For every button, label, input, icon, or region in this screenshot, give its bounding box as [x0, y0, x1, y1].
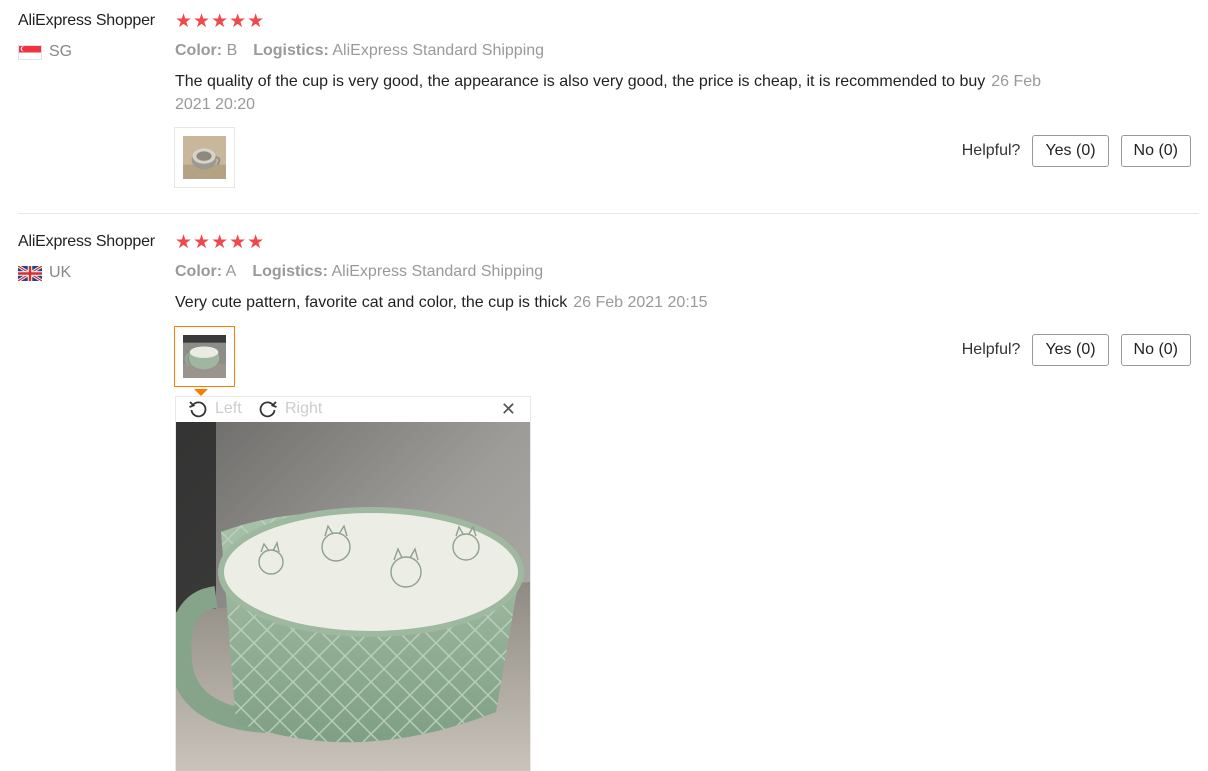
photo-viewer: Left Right ✕ — [175, 389, 531, 771]
color-value: B — [226, 42, 238, 59]
review-divider — [18, 213, 1199, 214]
reviewer-country: UK — [18, 264, 71, 282]
color-label: Color: — [175, 42, 223, 59]
rotate-right-icon — [259, 401, 277, 418]
color-label: Color: — [175, 263, 223, 280]
helpful-yes-button[interactable]: Yes (0) — [1032, 334, 1109, 366]
reviewer-name: AliExpress Shopper — [18, 12, 155, 29]
helpful-label: Helpful? — [961, 142, 1021, 159]
helpful-voting: Helpful? Yes (0) No (0) — [962, 135, 1191, 167]
review-text-block: Very cute pattern, favorite cat and colo… — [175, 291, 1055, 314]
color-value: A — [225, 263, 237, 280]
review-meta: Color: B Logistics: AliExpress Standard S… — [175, 42, 544, 60]
country-code: UK — [49, 264, 72, 281]
cup-photo-thumbnail-image — [183, 335, 226, 378]
reviewer-name: AliExpress Shopper — [18, 233, 155, 250]
rotate-right-button[interactable]: Right — [258, 399, 322, 419]
rating-stars: ★★★★★ — [175, 232, 266, 253]
country-code: SG — [49, 43, 73, 60]
singapore-flag-icon — [18, 44, 42, 60]
logistics-label: Logistics: — [252, 263, 328, 280]
rotate-right-label: Right — [285, 400, 323, 417]
review-text-block: The quality of the cup is very good, the… — [175, 70, 1055, 116]
cup-photo-thumbnail-image — [183, 136, 226, 179]
helpful-yes-button[interactable]: Yes (0) — [1032, 135, 1109, 167]
helpful-no-button[interactable]: No (0) — [1120, 135, 1191, 167]
review-photo-thumbnail[interactable] — [174, 326, 235, 387]
review-text: Very cute pattern, favorite cat and colo… — [175, 294, 568, 311]
rotate-left-label: Left — [215, 400, 242, 417]
viewer-toolbar: Left Right ✕ — [176, 397, 530, 422]
viewer-pointer — [194, 389, 208, 396]
rotate-left-icon — [189, 401, 207, 418]
helpful-voting: Helpful? Yes (0) No (0) — [962, 334, 1191, 366]
review-meta: Color: A Logistics: AliExpress Standard S… — [175, 263, 543, 281]
logistics-value: AliExpress Standard Shipping — [331, 263, 544, 280]
review-photo-thumbnail[interactable] — [174, 127, 235, 188]
logistics-value: AliExpress Standard Shipping — [332, 42, 545, 59]
rotate-left-button[interactable]: Left — [188, 399, 242, 419]
helpful-no-button[interactable]: No (0) — [1120, 334, 1191, 366]
reviewer-country: SG — [18, 43, 72, 61]
review-text: The quality of the cup is very good, the… — [175, 73, 986, 90]
uk-flag-icon — [18, 265, 42, 281]
review-date: 26 Feb 2021 20:15 — [573, 294, 708, 311]
rating-stars: ★★★★★ — [175, 11, 266, 32]
cup-photo-large-image — [176, 422, 530, 771]
close-icon[interactable]: ✕ — [501, 399, 516, 420]
helpful-label: Helpful? — [961, 341, 1021, 358]
logistics-label: Logistics: — [253, 42, 329, 59]
